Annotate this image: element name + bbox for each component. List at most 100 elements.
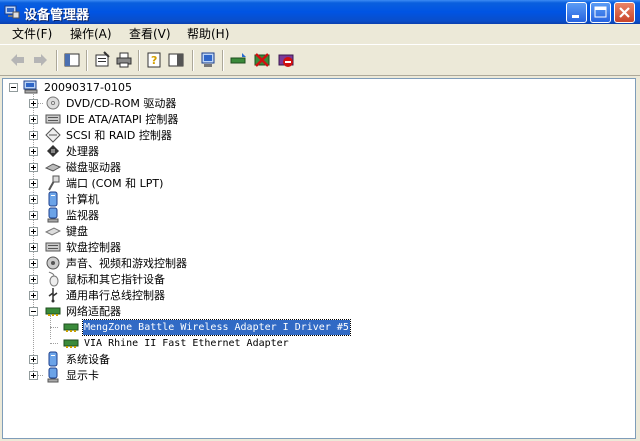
expand-toggle[interactable] [29,371,38,380]
tree-node-network[interactable]: 网络适配器 [27,303,327,319]
expand-toggle[interactable] [29,195,38,204]
port-icon [48,175,60,191]
computer-icon [48,191,58,207]
tree-node-label: 处理器 [66,145,99,158]
expand-toggle[interactable] [29,163,38,172]
disk-drive-icon [45,163,61,172]
tree-node-system[interactable]: 系统设备 [27,351,327,367]
tree-root[interactable]: 20090317-0105 [9,79,209,95]
expand-toggle[interactable] [29,259,38,268]
tree-node-label: 声音、视频和游戏控制器 [66,257,187,270]
tree-node-keyboard[interactable]: 键盘 [27,223,327,239]
properties-button[interactable] [92,50,112,70]
menu-file[interactable]: 文件(F) [8,26,56,42]
print-button[interactable] [114,50,134,70]
expand-toggle[interactable] [29,355,38,364]
tree-node-label: 键盘 [66,225,88,238]
tree-node-label: 端口 (COM 和 LPT) [66,177,164,190]
tree-node-disk[interactable]: 磁盘驱动器 [27,159,327,175]
scan-hardware-button[interactable] [198,50,218,70]
tree-node-usb[interactable]: 通用串行总线控制器 [27,287,327,303]
disable-icon [278,54,294,67]
network-card-icon [63,323,79,332]
expand-toggle[interactable] [29,115,38,124]
update-driver-icon [230,53,246,64]
tree-node-label: SCSI 和 RAID 控制器 [66,129,172,142]
device-ethernet-adapter[interactable]: VIA Rhine II Fast Ethernet Adapter [50,335,459,351]
toolbar-separator [56,50,58,71]
expand-toggle[interactable] [29,131,38,140]
forward-button[interactable] [30,50,50,70]
tree-node-ide[interactable]: IDE ATA/ATAPI 控制器 [27,111,327,127]
tree-node-mouse[interactable]: 鼠标和其它指针设备 [27,271,327,287]
expand-toggle[interactable] [29,179,38,188]
expand-toggle[interactable] [29,99,38,108]
show-hide-tree-icon [64,53,80,67]
expand-toggle[interactable] [29,243,38,252]
tree-node-floppy[interactable]: 软盘控制器 [27,239,327,255]
cdrom-icon [46,96,60,110]
tree-node-label: 系统设备 [66,353,110,366]
ide-controller-icon [45,114,61,124]
menu-action[interactable]: 操作(A) [66,26,116,42]
update-driver-button[interactable] [228,50,248,70]
tree-node-display[interactable]: 显示卡 [27,367,327,383]
maximize-button[interactable] [590,2,611,23]
close-icon [619,7,630,18]
tree-node-label: 计算机 [66,193,99,206]
tree-node-monitor[interactable]: 监视器 [27,207,327,223]
menu-bar: 文件(F) 操作(A) 查看(V) 帮助(H) [0,24,640,44]
tree-node-label: 通用串行总线控制器 [66,289,165,302]
disable-button[interactable] [276,50,296,70]
device-wireless-adapter[interactable]: MengZone Battle Wireless Adapter I Drive… [50,319,459,336]
tree-node-label: IDE ATA/ATAPI 控制器 [66,113,179,126]
window-title: 设备管理器 [24,8,90,23]
tree-node-label: 磁盘驱动器 [66,161,121,174]
uninstall-button[interactable] [252,50,272,70]
device-manager-window: 设备管理器 文件(F) 操作(A) 查看(V) 帮助(H) ? 20090317… [0,0,640,441]
tree-node-computer[interactable]: 计算机 [27,191,327,207]
mouse-icon [48,271,59,287]
expand-toggle[interactable] [29,291,38,300]
minimize-button[interactable] [566,2,587,23]
expand-toggle[interactable] [29,275,38,284]
tree-node-sound[interactable]: 声音、视频和游戏控制器 [27,255,327,271]
device-label: MengZone Battle Wireless Adapter I Drive… [82,319,351,336]
view-button[interactable] [166,50,186,70]
network-adapter-icon [45,307,61,316]
close-button[interactable] [614,2,635,23]
expand-toggle[interactable] [29,227,38,236]
help-button[interactable]: ? [144,50,164,70]
svg-text:?: ? [151,54,157,67]
sound-icon [46,256,60,270]
display-adapter-icon [47,367,59,383]
menu-help[interactable]: 帮助(H) [183,26,233,42]
properties-icon [95,51,110,67]
toolbar-separator [138,50,140,71]
back-button[interactable] [8,50,28,70]
tree-node-dvd[interactable]: DVD/CD-ROM 驱动器 [27,95,327,111]
network-card-icon [63,339,79,348]
device-manager-icon [4,5,20,19]
tree-node-label: 软盘控制器 [66,241,121,254]
system-device-icon [48,351,58,367]
device-label: VIA Rhine II Fast Ethernet Adapter [84,338,289,349]
expand-toggle[interactable] [29,211,38,220]
tree-node-scsi[interactable]: SCSI 和 RAID 控制器 [27,127,327,143]
title-bar[interactable]: 设备管理器 [0,0,640,24]
uninstall-icon [254,53,270,67]
toolbar-separator [86,50,88,71]
tree-node-ports[interactable]: 端口 (COM 和 LPT) [27,175,327,191]
collapse-toggle[interactable] [29,307,38,316]
print-icon [116,52,132,68]
tree-node-processor[interactable]: 处理器 [27,143,327,159]
minimize-icon [572,15,579,18]
tree-root-label: 20090317-0105 [44,81,132,94]
collapse-toggle[interactable] [9,83,18,92]
expand-toggle[interactable] [29,147,38,156]
floppy-controller-icon [45,242,61,252]
device-tree[interactable]: 20090317-0105 DVD/CD-ROM 驱动器 IDE ATA/ATA… [2,78,636,439]
menu-view[interactable]: 查看(V) [125,26,175,42]
processor-icon [47,145,59,157]
show-hide-tree-button[interactable] [62,50,82,70]
